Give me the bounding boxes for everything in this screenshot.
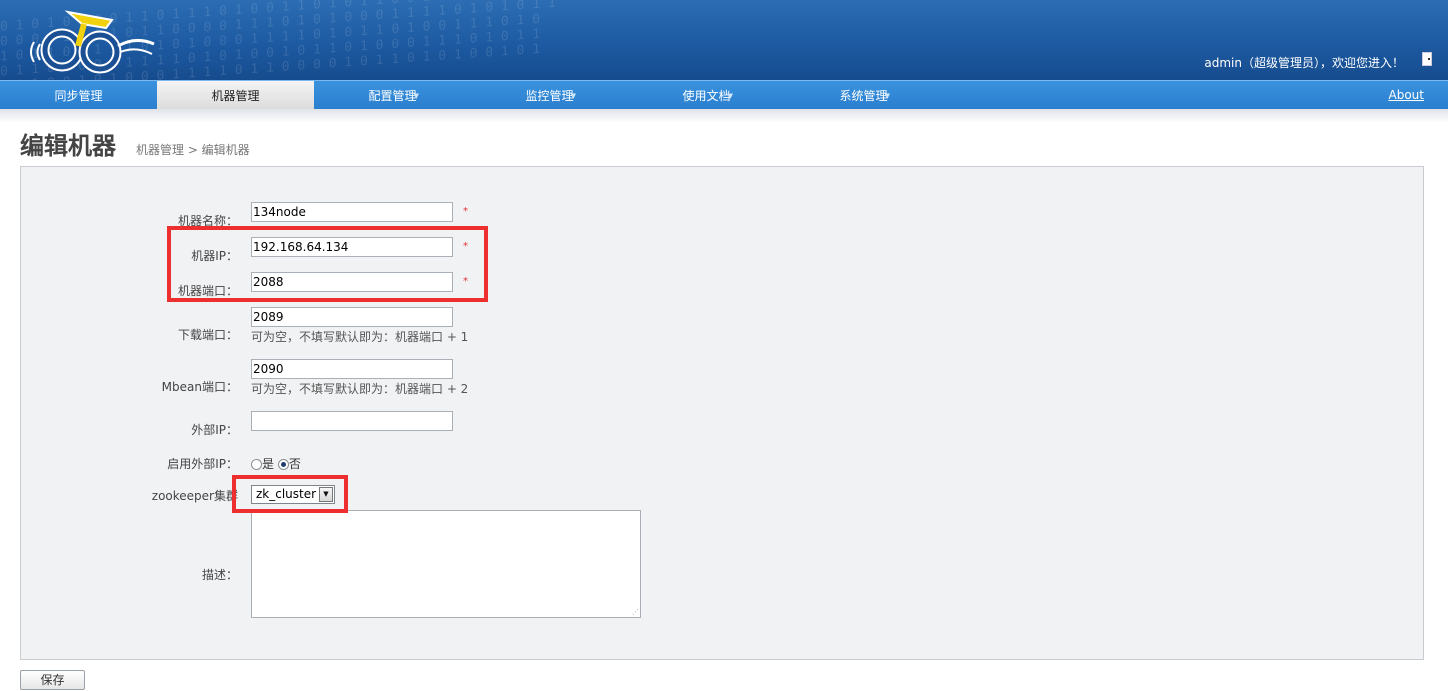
about-link[interactable]: About [1389,81,1424,109]
resize-grip-icon[interactable]: ⋰ [632,609,639,616]
zookeeper-cluster-label: zookeeper集群 [151,489,238,503]
radio-yes[interactable] [251,459,262,470]
radio-no-label: 否 [288,457,301,471]
nav-item-system[interactable]: 系统管理 ▼ [785,81,942,109]
mbean-port-hint: 可为空，不填写默认即为：机器端口 + 2 [251,382,469,396]
radio-yes-label: 是 [262,457,275,471]
mbean-port-input[interactable]: 2090 [251,359,453,379]
header-banner: 0 1 0 1 0 1 0 0 1 1 0 1 1 1 0 1 0 0 1 1 … [0,0,1448,80]
radio-no[interactable] [277,459,289,470]
external-ip-label: 外部IP： [191,423,238,437]
chevron-down-icon: ▼ [884,92,890,100]
mbean-port-label: Mbean端口： [161,380,238,394]
download-port-label: 下载端口： [177,328,238,342]
enable-external-ip-radio-group: 是 否 [251,455,301,472]
external-ip-input[interactable] [251,411,453,431]
nav-item-sync[interactable]: 同步管理 [0,81,157,109]
enable-external-ip-label: 启用外部IP： [167,457,238,471]
description-textarea[interactable]: ⋰ [251,510,641,618]
breadcrumb: 机器管理 > 编辑机器 [136,143,250,157]
user-welcome-text: admin（超级管理员），欢迎您进入！ [1204,56,1404,70]
highlight-box-zookeeper [232,475,348,513]
save-button[interactable]: 保存 [20,670,85,690]
nav-item-monitor[interactable]: 监控管理 ▼ [471,81,628,109]
description-label: 描述： [201,568,238,582]
nav-item-docs[interactable]: 使用文档 ▼ [628,81,785,109]
chevron-down-icon: ▼ [413,92,419,100]
nav-shadow-divider [0,109,1448,123]
download-port-input[interactable]: 2089 [251,307,453,327]
logout-icon[interactable] [1422,52,1432,66]
chevron-down-icon: ▼ [570,92,576,100]
machine-name-input[interactable]: 134node [251,202,453,222]
download-port-hint: 可为空，不填写默认即为：机器端口 + 1 [251,330,469,344]
otter-logo [30,10,155,74]
nav-item-config[interactable]: 配置管理 ▼ [314,81,471,109]
highlight-box-ip-port [167,226,488,302]
required-mark: * [463,206,468,217]
page-title: 编辑机器 [20,132,116,160]
main-nav: 同步管理 机器管理 配置管理 ▼ 监控管理 ▼ 使用文档 ▼ 系统管理 ▼ About [0,80,1448,109]
nav-item-machine[interactable]: 机器管理 [157,81,314,109]
chevron-down-icon: ▼ [727,92,733,100]
